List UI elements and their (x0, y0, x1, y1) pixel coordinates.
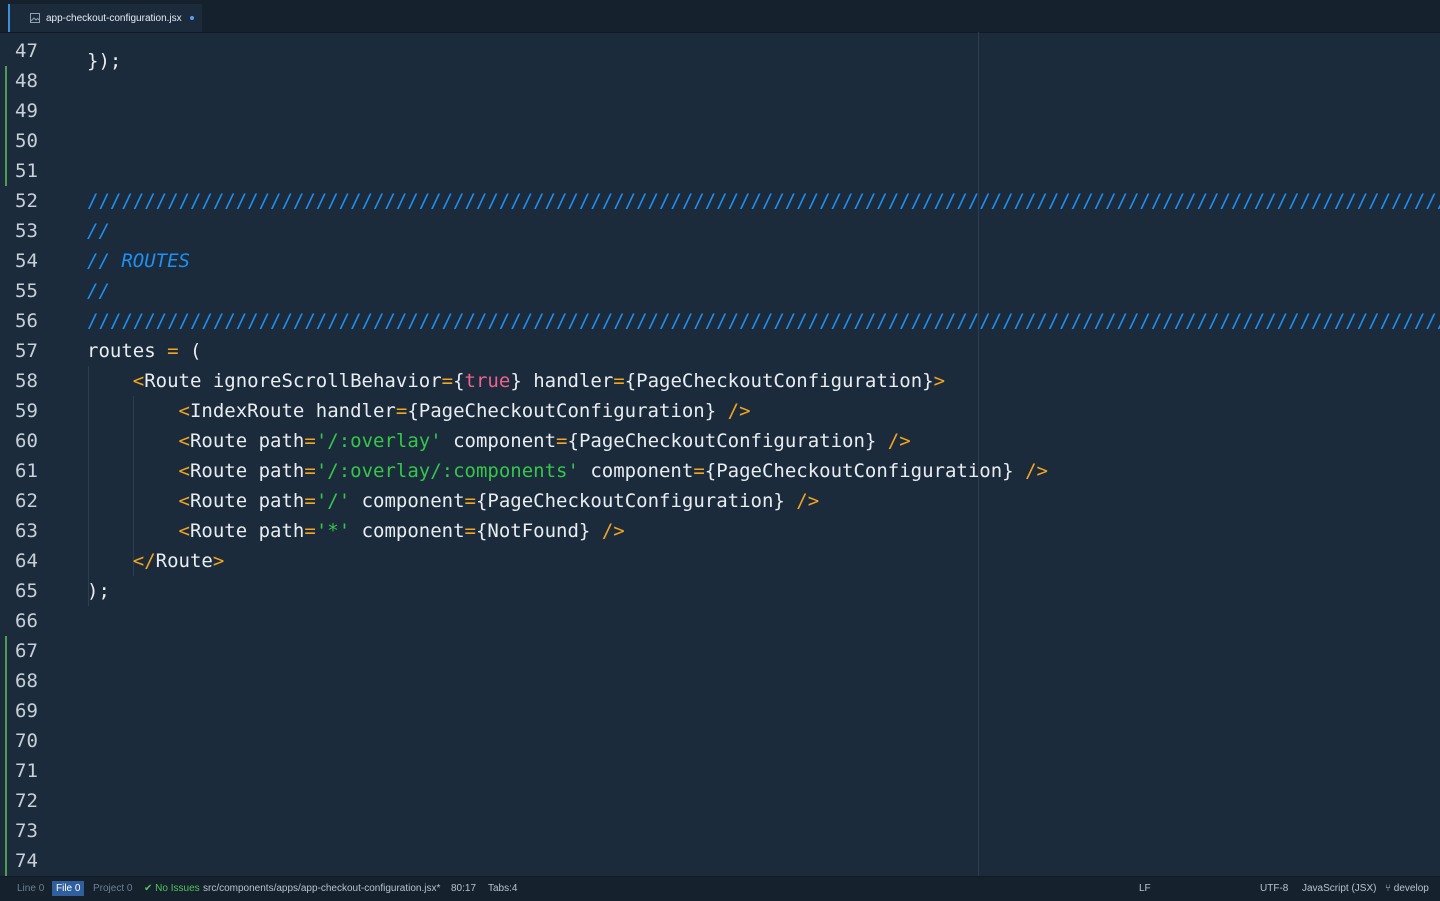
check-icon: ✔ (144, 883, 153, 894)
line-number[interactable]: 55 (15, 276, 55, 306)
code-line[interactable]: 68 (0, 666, 1440, 696)
line-number[interactable]: 56 (15, 306, 55, 336)
code-editor[interactable]: }); 47 48 49 50 51 52////////////////////////… (0, 32, 1440, 876)
line-code[interactable]: // ROUTES (87, 246, 190, 276)
code-line[interactable]: 55 // (0, 276, 1440, 306)
line-code[interactable]: <Route ignoreScrollBehavior={true} handl… (87, 366, 945, 396)
line-number[interactable]: 54 (15, 246, 55, 276)
code-line[interactable]: 60 <Route path='/:overlay' component={Pa… (0, 426, 1440, 456)
code-line[interactable]: 51 (0, 156, 1440, 186)
line-code[interactable]: <IndexRoute handler={PageCheckoutConfigu… (87, 396, 751, 426)
line-number[interactable]: 68 (15, 666, 55, 696)
line-number[interactable]: 59 (15, 396, 55, 426)
code-line[interactable]: 74 (0, 846, 1440, 876)
tab-label: app-checkout-configuration.jsx (46, 12, 182, 24)
line-code[interactable]: ////////////////////////////////////////… (87, 186, 1440, 216)
line-code[interactable]: <Route path='/' component={PageCheckoutC… (87, 486, 820, 516)
line-number[interactable]: 48 (15, 66, 55, 96)
code-line[interactable]: 47 (0, 36, 1440, 66)
line-number[interactable]: 57 (15, 336, 55, 366)
cursor-position[interactable]: 80:17 (451, 883, 476, 894)
line-number[interactable]: 49 (15, 96, 55, 126)
line-code[interactable]: // (87, 276, 110, 306)
line-number[interactable]: 60 (15, 426, 55, 456)
line-code[interactable]: ////////////////////////////////////////… (87, 306, 1440, 336)
code-line[interactable]: 66 (0, 606, 1440, 636)
code-line[interactable]: 54 // ROUTES (0, 246, 1440, 276)
code-line[interactable]: 49 (0, 96, 1440, 126)
code-line[interactable]: 71 (0, 756, 1440, 786)
code-line[interactable]: 65); (0, 576, 1440, 606)
code-line[interactable]: 57 routes = ( (0, 336, 1440, 366)
line-number[interactable]: 51 (15, 156, 55, 186)
line-number[interactable]: 61 (15, 456, 55, 486)
linter-status[interactable]: ✔ No Issues (144, 883, 200, 894)
code-line[interactable]: 67 (0, 636, 1440, 666)
line-number[interactable]: 67 (15, 636, 55, 666)
code-line[interactable]: 63 <Route path='*' component={NotFound} … (0, 516, 1440, 546)
code-line[interactable]: 72 (0, 786, 1440, 816)
line-number[interactable]: 58 (15, 366, 55, 396)
code-line[interactable]: 53 // (0, 216, 1440, 246)
line-number[interactable]: 63 (15, 516, 55, 546)
line-code[interactable]: ); (87, 576, 110, 606)
file-image-icon (30, 13, 40, 23)
encoding[interactable]: UTF-8 (1260, 883, 1288, 894)
code-line[interactable]: 58 <Route ignoreScrollBehavior={true} ha… (0, 366, 1440, 396)
code-line[interactable]: 52 //////////////////////////////////////… (0, 186, 1440, 216)
line-number[interactable]: 71 (15, 756, 55, 786)
line-ending[interactable]: LF (1139, 883, 1151, 894)
line-number[interactable]: 69 (15, 696, 55, 726)
code-line[interactable]: 62 <Route path='/' component={PageChecko… (0, 486, 1440, 516)
file-count[interactable]: File 0 (52, 881, 85, 896)
code-line[interactable]: 50 (0, 126, 1440, 156)
line-number[interactable]: 72 (15, 786, 55, 816)
line-number[interactable]: 70 (15, 726, 55, 756)
line-count[interactable]: Line 0 (17, 883, 44, 894)
code-line[interactable]: 73 (0, 816, 1440, 846)
line-number[interactable]: 47 (15, 36, 55, 66)
tab-settings[interactable]: Tabs:4 (488, 883, 517, 894)
project-count[interactable]: Project 0 (93, 883, 132, 894)
git-branch-icon: ⑂ (1385, 883, 1391, 894)
line-number[interactable]: 65 (15, 576, 55, 606)
code-line[interactable]: 64 </Route> (0, 546, 1440, 576)
file-path[interactable]: src/components/apps/app-checkout-configu… (203, 883, 440, 894)
tab-app-checkout-configuration[interactable]: app-checkout-configuration.jsx (8, 4, 202, 32)
status-bar: Line 0 File 0 Project 0 ✔ No Issues src/… (0, 876, 1440, 901)
line-code[interactable]: <Route path='/:overlay' component={PageC… (87, 426, 911, 456)
line-code[interactable]: <Route path='*' component={NotFound} /> (87, 516, 625, 546)
modified-indicator-icon (190, 16, 194, 20)
line-number[interactable]: 64 (15, 546, 55, 576)
line-number[interactable]: 73 (15, 816, 55, 846)
grammar-selector[interactable]: JavaScript (JSX) (1302, 883, 1376, 894)
line-code[interactable]: // (87, 216, 110, 246)
git-branch[interactable]: ⑂ develop (1385, 883, 1429, 894)
code-line[interactable]: 59 <IndexRoute handler={PageCheckoutConf… (0, 396, 1440, 426)
code-line[interactable]: 70 (0, 726, 1440, 756)
tab-bar: app-checkout-configuration.jsx (0, 0, 1440, 33)
line-code[interactable]: </Route> (87, 546, 225, 576)
line-number[interactable]: 66 (15, 606, 55, 636)
code-line[interactable]: 69 (0, 696, 1440, 726)
code-line[interactable]: 61 <Route path='/:overlay/:components' c… (0, 456, 1440, 486)
line-number[interactable]: 53 (15, 216, 55, 246)
line-number[interactable]: 62 (15, 486, 55, 516)
line-number[interactable]: 74 (15, 846, 55, 876)
line-number[interactable]: 52 (15, 186, 55, 216)
code-line[interactable]: 48 (0, 66, 1440, 96)
code-line[interactable]: 56 //////////////////////////////////////… (0, 306, 1440, 336)
line-number[interactable]: 50 (15, 126, 55, 156)
line-code[interactable]: <Route path='/:overlay/:components' comp… (87, 456, 1048, 486)
line-code[interactable]: routes = ( (87, 336, 201, 366)
